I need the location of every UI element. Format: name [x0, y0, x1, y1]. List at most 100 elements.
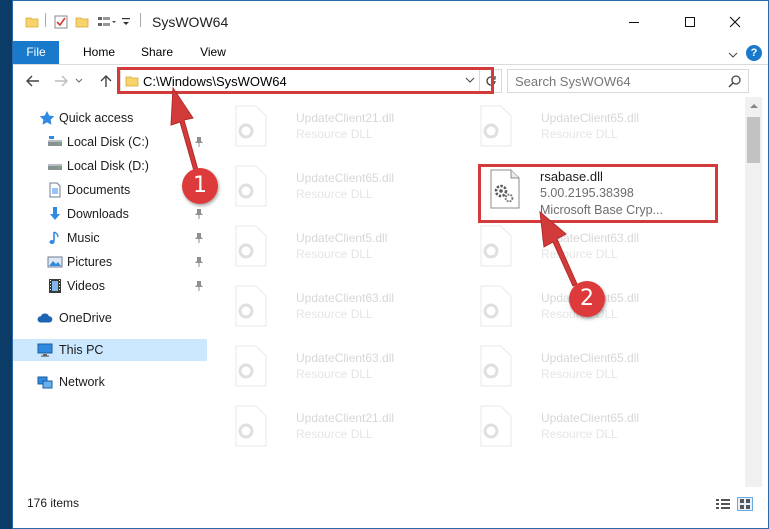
tab-share[interactable]: Share: [133, 41, 181, 64]
sidebar-item-network[interactable]: Network: [13, 371, 207, 393]
sidebar-item-label: Local Disk (C:): [67, 135, 149, 149]
tab-home[interactable]: Home: [75, 41, 123, 64]
scroll-up-arrow-icon[interactable]: [745, 97, 762, 114]
details-view-icon[interactable]: [715, 497, 731, 511]
network-icon: [37, 374, 53, 390]
pin-icon[interactable]: [194, 280, 204, 295]
ribbon-expand-icon[interactable]: [728, 48, 738, 62]
file-type: Resource DLL: [296, 247, 373, 261]
file-type: Resource DLL: [296, 187, 373, 201]
pin-icon[interactable]: [194, 256, 204, 271]
dll-file-icon: [480, 405, 512, 447]
file-item[interactable]: UpdateClient63.dll Resource DLL: [224, 277, 464, 333]
file-item[interactable]: UpdateClient65.dll Resource DLL: [469, 97, 709, 153]
pictures-icon: [47, 254, 63, 270]
tab-file[interactable]: File: [13, 41, 59, 64]
status-bar: 176 items: [13, 487, 768, 517]
sidebar-item-label: Quick access: [59, 111, 134, 125]
film-icon: [47, 278, 63, 294]
sidebar-item-this-pc[interactable]: This PC: [13, 339, 207, 361]
file-item[interactable]: UpdateClient65.dll Resource DLL: [469, 397, 709, 453]
dll-file-icon: [480, 225, 512, 267]
pin-icon[interactable]: [194, 232, 204, 247]
vertical-scrollbar[interactable]: [745, 97, 762, 487]
close-button[interactable]: [712, 7, 758, 37]
file-name: UpdateClient65.dll: [541, 111, 640, 125]
sidebar-item-label: Network: [59, 375, 105, 389]
tab-view[interactable]: View: [191, 41, 235, 64]
sidebar-item-downloads[interactable]: Downloads: [13, 203, 207, 225]
customize-toolbar-icon[interactable]: [121, 13, 131, 31]
sidebar-item-label: Documents: [67, 183, 131, 197]
minimize-button[interactable]: [611, 7, 657, 37]
search-box[interactable]: Search SysWOW64: [507, 69, 749, 93]
callout-2-badge: 2: [569, 281, 605, 317]
sidebar-item-pictures[interactable]: Pictures: [13, 251, 207, 273]
back-button[interactable]: [23, 72, 43, 90]
dll-file-icon: [480, 345, 512, 387]
large-icons-view-icon[interactable]: [737, 497, 753, 511]
sidebar-item-local-disk-d[interactable]: Local Disk (D:): [13, 155, 207, 177]
title-bar: SysWOW64: [13, 1, 768, 41]
drive-icon: [47, 158, 63, 174]
navigation-pane: Quick access Local Disk (C:) Local Disk …: [13, 97, 209, 487]
callout-1-badge: 1: [182, 168, 218, 204]
sidebar-item-music[interactable]: Music: [13, 227, 207, 249]
cloud-icon: [37, 310, 53, 326]
documents-icon: [47, 182, 63, 198]
file-type: Resource DLL: [296, 367, 373, 381]
file-name: UpdateClient21.dll: [296, 411, 395, 425]
qa-separator: [45, 13, 46, 27]
address-highlight-box: [117, 67, 494, 94]
sidebar-item-label: Local Disk (D:): [67, 159, 149, 173]
view-options-icon[interactable]: [97, 13, 117, 31]
search-icon[interactable]: [728, 74, 742, 91]
file-name: UpdateClient63.dll: [296, 291, 395, 305]
file-type: Resource DLL: [296, 427, 373, 441]
file-name: UpdateClient63.dll: [541, 231, 640, 245]
file-item[interactable]: UpdateClient63.dll Resource DLL: [469, 217, 709, 273]
new-folder-icon[interactable]: [75, 13, 89, 31]
properties-icon[interactable]: [54, 13, 68, 31]
forward-button[interactable]: [51, 72, 71, 90]
sidebar-item-documents[interactable]: Documents: [13, 179, 207, 201]
drive-icon: [47, 134, 63, 150]
music-note-icon: [47, 230, 63, 246]
download-arrow-icon: [47, 206, 63, 222]
dll-file-icon: [480, 105, 512, 147]
file-type: Resource DLL: [541, 427, 618, 441]
file-item[interactable]: UpdateClient5.dll Resource DLL: [224, 217, 464, 273]
sidebar-item-label: Music: [67, 231, 100, 245]
file-item[interactable]: UpdateClient21.dll Resource DLL: [224, 97, 464, 153]
folder-icon: [25, 13, 39, 31]
file-item[interactable]: UpdateClient65.dll Resource DLL: [224, 157, 464, 213]
dll-file-icon: [235, 285, 267, 327]
sidebar-item-quick-access[interactable]: Quick access: [13, 107, 207, 129]
file-type: Resource DLL: [296, 127, 373, 141]
recent-locations-icon[interactable]: [73, 72, 85, 90]
pin-icon[interactable]: [194, 208, 204, 223]
file-name: UpdateClient5.dll: [296, 231, 388, 245]
sidebar-item-label: OneDrive: [59, 311, 112, 325]
file-name: UpdateClient21.dll: [296, 111, 395, 125]
dll-file-icon: [235, 405, 267, 447]
sidebar-item-label: Downloads: [67, 207, 129, 221]
dll-file-icon: [480, 285, 512, 327]
file-name: UpdateClient63.dll: [296, 351, 395, 365]
file-type: Resource DLL: [541, 127, 618, 141]
sidebar-item-videos[interactable]: Videos: [13, 275, 207, 297]
maximize-button[interactable]: [667, 7, 713, 37]
sidebar-item-label: This PC: [59, 343, 104, 357]
file-list: UpdateClient21.dll Resource DLL UpdateCl…: [210, 97, 744, 487]
help-button[interactable]: ?: [746, 45, 762, 61]
sidebar-item-onedrive[interactable]: OneDrive: [13, 307, 207, 329]
up-button[interactable]: [96, 72, 116, 90]
file-item[interactable]: UpdateClient63.dll Resource DLL: [224, 337, 464, 393]
window-title: SysWOW64: [152, 14, 229, 30]
file-item[interactable]: UpdateClient21.dll Resource DLL: [224, 397, 464, 453]
pin-icon[interactable]: [194, 136, 204, 151]
scroll-thumb[interactable]: [747, 117, 760, 163]
file-item[interactable]: UpdateClient65.dll Resource DLL: [469, 337, 709, 393]
sidebar-item-local-disk-c[interactable]: Local Disk (C:): [13, 131, 207, 153]
search-input[interactable]: Search SysWOW64: [515, 74, 631, 89]
